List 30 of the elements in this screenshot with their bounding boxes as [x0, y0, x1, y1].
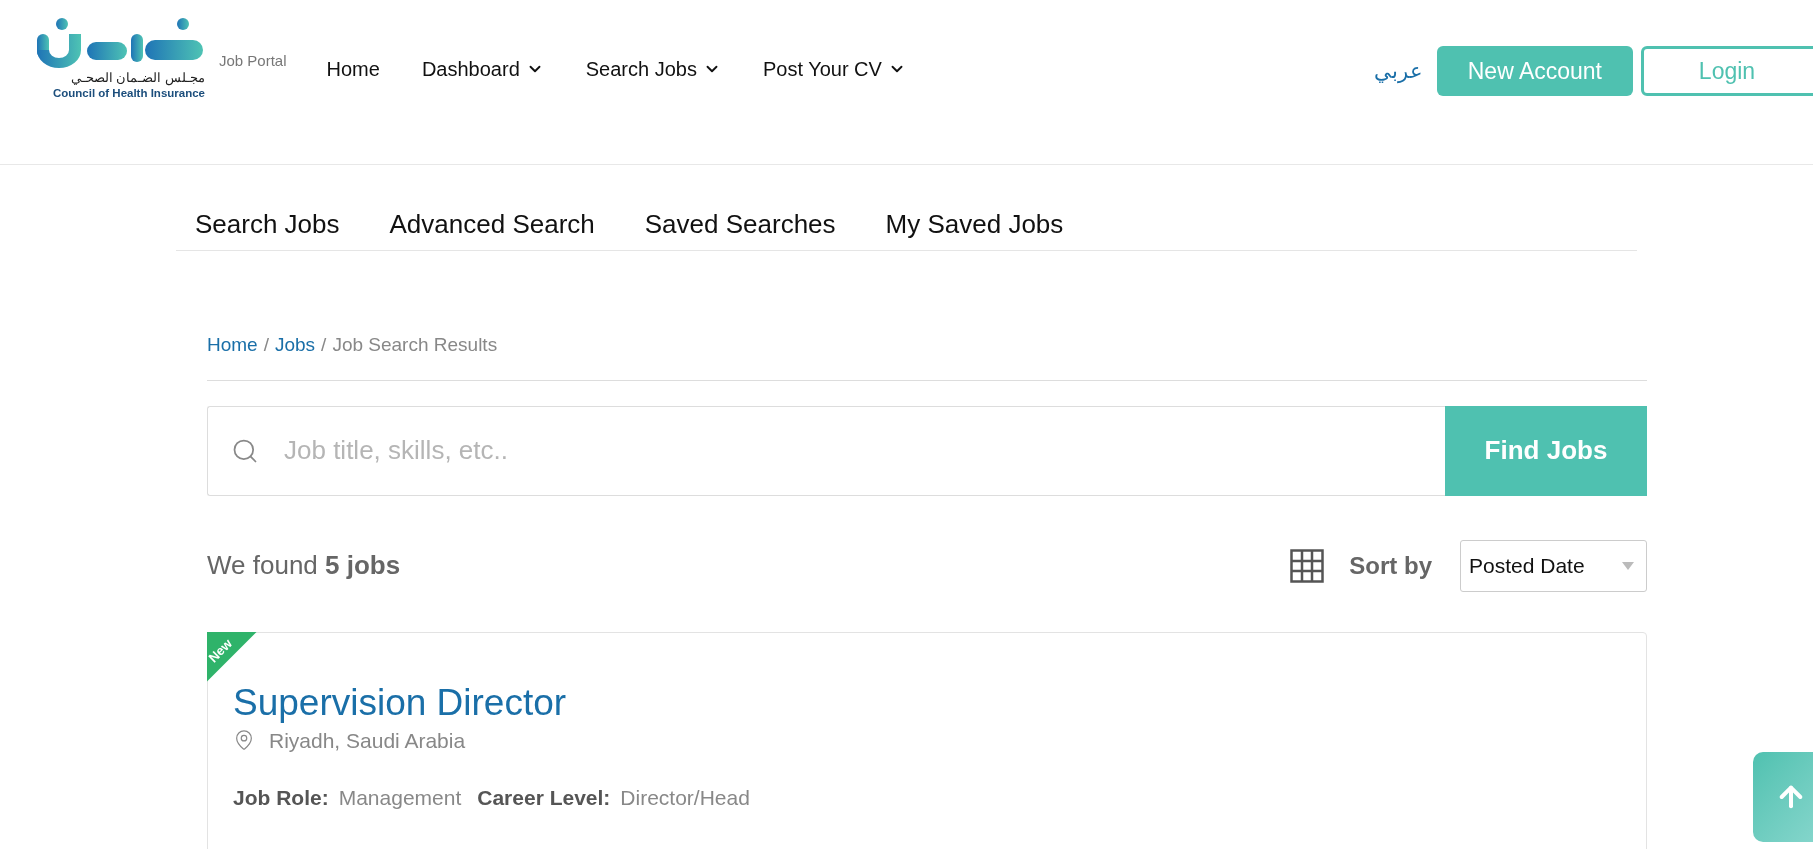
grid-view-icon[interactable] [1290, 548, 1325, 583]
tab[interactable]: Advanced Search [389, 205, 595, 244]
breadcrumb-separator: / [321, 333, 327, 357]
nav-link[interactable]: Home [326, 54, 380, 84]
portal-label: Job Portal [219, 50, 287, 71]
breadcrumb-link[interactable]: Jobs [274, 331, 316, 360]
job-title-link[interactable]: Supervision Director [233, 682, 567, 723]
dropdown-caret-icon [1622, 561, 1634, 570]
field-label: Job Role: [233, 785, 329, 811]
sort-label: Sort by [1349, 550, 1432, 581]
language-link[interactable]: عربي [1373, 55, 1423, 87]
breadcrumb-link[interactable]: Home [207, 331, 258, 360]
job-location: Riyadh, Saudi Arabia [269, 727, 466, 754]
tab[interactable]: My Saved Jobs [885, 205, 1064, 244]
field-label: Career Level: [477, 785, 611, 811]
nav-link[interactable]: Post Your CV [762, 54, 906, 84]
logo-arabic-text: مجـلس الضـمان الصحـي [70, 70, 205, 86]
field-value: Director/Head [620, 785, 750, 811]
results-count: We found 5 jobs [207, 549, 401, 582]
location-pin-icon [233, 729, 255, 752]
nav-link[interactable]: Search Jobs [585, 54, 721, 84]
search-field[interactable]: Job title, skills, etc.. [207, 405, 1445, 496]
breadcrumb-current: Job Search Results [332, 333, 498, 357]
tab[interactable]: Saved Searches [644, 205, 836, 244]
logo-english-text: Council of Health Insurance [52, 86, 205, 100]
sort-dropdown[interactable]: Posted Date [1460, 539, 1647, 592]
nav-link[interactable]: Dashboard [421, 54, 544, 84]
breadcrumb-separator: / [263, 333, 269, 357]
field-value: Management [338, 785, 462, 811]
tab[interactable]: Search Jobs [195, 205, 340, 244]
